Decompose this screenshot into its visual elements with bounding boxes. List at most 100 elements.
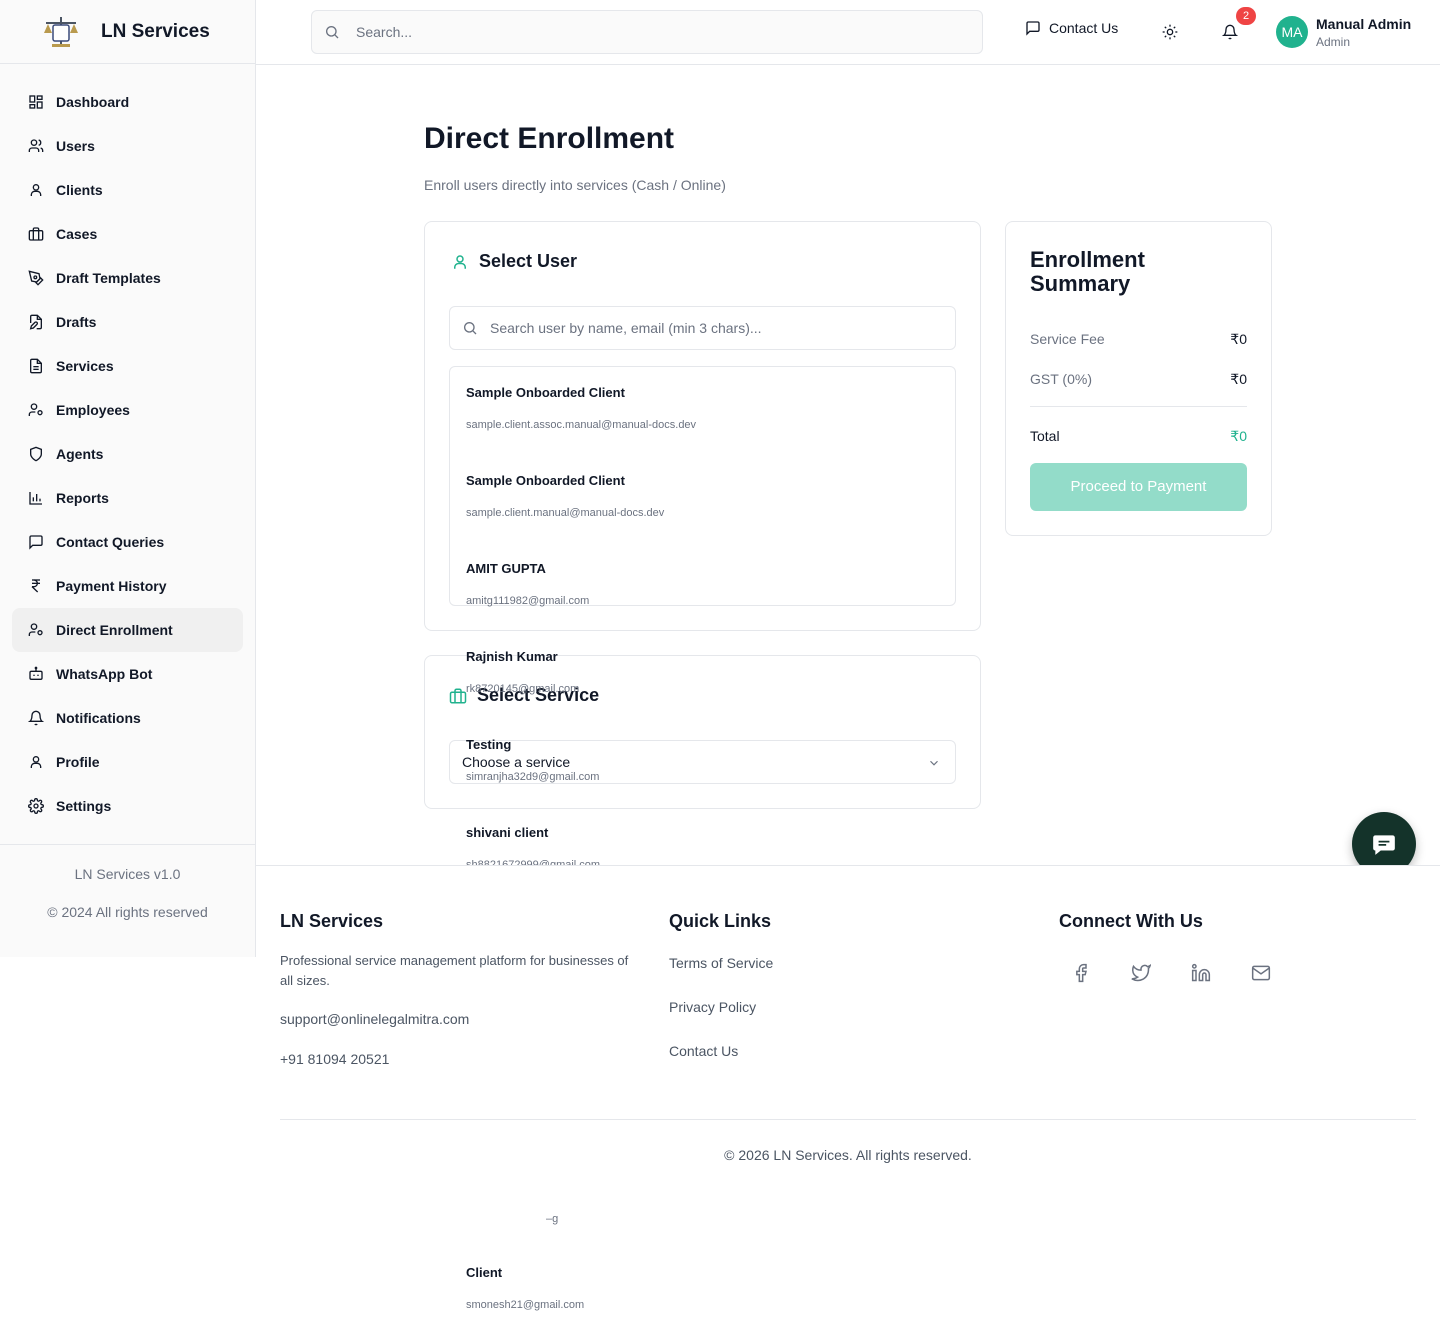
app-version: LN Services v1.0 [74,866,181,882]
list-item[interactable]: AMIT GUPTA amitg111982@gmail.com [466,561,946,607]
sidebar-item-label: Contact Queries [56,534,165,550]
list-item[interactable]: Client smonesh21@gmail.com [466,1265,946,1311]
shield-icon [30,446,42,462]
sidebar-item-direct-enrollment[interactable]: Direct Enrollment [12,608,243,652]
search-icon [326,26,339,39]
sidebar-item-settings[interactable]: Settings [12,784,243,828]
list-item[interactable]: Sample Onboarded Client sample.client.ma… [466,473,946,519]
chat-bubble-icon [1373,835,1395,855]
sidebar-item-whatsapp-bot[interactable]: WhatsApp Bot [12,652,243,696]
sun-icon[interactable] [1162,24,1178,40]
page-title: Direct Enrollment [424,122,675,155]
bar-chart-icon [29,492,42,505]
global-search-input[interactable] [356,24,956,40]
user-result-name: Sample Onboarded Client [466,385,625,400]
facebook-icon[interactable] [1071,963,1091,983]
sidebar-item-label: Direct Enrollment [56,622,173,638]
user-icon [30,184,42,196]
total-row: Total ₹0 [1030,428,1247,445]
footer-quick-links-title: Quick Links [669,911,772,931]
footer-description: Professional service management platform… [280,953,629,988]
user-result-email: simranjha32d9@gmail.com [466,771,600,783]
sidebar-item-notifications[interactable]: Notifications [12,696,243,740]
list-item[interactable]: Testing simranjha32d9@gmail.com [466,737,946,783]
sidebar-item-agents[interactable]: Agents [12,432,243,476]
sidebar-item-employees[interactable]: Employees [12,388,243,432]
message-square-icon [1026,21,1040,36]
proceed-to-payment-button[interactable]: Proceed to Payment [1030,463,1247,511]
total-label: Total [1030,428,1060,444]
briefcase-icon [28,227,44,241]
user-cog-icon [28,403,43,416]
message-square-icon [29,535,43,550]
user-result-email: amitg111982@gmail.com [466,595,590,607]
linkedin-icon[interactable] [1191,963,1211,983]
user-icon [30,756,42,768]
footer-divider [280,1119,1416,1120]
sidebar-item-cases[interactable]: Cases [12,212,243,256]
brand-name: LN Services [101,20,210,42]
contact-us-button[interactable]: Contact Us [1025,20,1118,36]
sidebar-item-dashboard[interactable]: Dashboard [12,80,243,124]
sidebar-item-reports[interactable]: Reports [12,476,243,520]
sidebar-item-label: Notifications [56,710,141,726]
user-result-name: Client [466,1265,503,1280]
sidebar-item-label: Payment History [56,578,167,594]
brand[interactable]: LN Services [0,0,255,64]
sidebar-item-label: WhatsApp Bot [56,666,153,682]
twitter-icon[interactable] [1131,963,1151,983]
bell-icon[interactable] [1222,24,1238,40]
grid-icon [29,95,43,109]
footer-brand-title: LN Services [280,911,384,931]
sidebar-item-label: Cases [56,226,98,242]
contact-us-label: Contact Us [1049,20,1119,36]
rupee-icon [31,579,40,593]
list-item[interactable]: Rajnish Kumar rk8720145@gmail.com [466,649,946,695]
sidebar-item-drafts[interactable]: Drafts [12,300,243,344]
user-search-input[interactable] [490,320,950,336]
footer-link-contact[interactable]: Contact Us [669,1043,738,1059]
sidebar-item-profile[interactable]: Profile [12,740,243,784]
sidebar-item-users[interactable]: Users [12,124,243,168]
footer-link-terms[interactable]: Terms of Service [669,955,773,971]
sidebar-item-draft-templates[interactable]: Draft Templates [12,256,243,300]
user-search-field[interactable] [449,306,956,350]
sidebar-copyright: © 2024 All rights reserved [47,904,208,920]
footer-link-privacy[interactable]: Privacy Policy [669,999,756,1015]
top-header: Contact Us 2 MA Manual Admin Admin [256,0,1440,65]
sidebar-item-clients[interactable]: Clients [12,168,243,212]
sidebar-item-contact-queries[interactable]: Contact Queries [12,520,243,564]
sidebar-item-label: Draft Templates [56,270,161,286]
sidebar-item-label: Agents [56,446,104,462]
user-result-email: sample.client.manual@manual-docs.dev [466,507,665,519]
footer-email[interactable]: support@onlinelegalmitra.com [280,1011,469,1027]
sidebar-item-label: Drafts [56,314,97,330]
sidebar: LN Services Dashboard Users Clients Case… [0,0,256,957]
briefcase-icon [449,688,467,703]
select-user-heading: Select User [451,251,577,272]
user-name[interactable]: Manual Admin [1316,16,1411,32]
notification-badge: 2 [1236,7,1256,25]
sidebar-item-payment-history[interactable]: Payment History [12,564,243,608]
bot-icon [29,666,43,680]
sidebar-item-services[interactable]: Services [12,344,243,388]
search-icon [464,322,477,335]
user-result-name: Testing [466,737,512,752]
sidebar-item-label: Reports [56,490,109,506]
footer-copyright: © 2026 LN Services. All rights reserved. [724,1147,972,1163]
user-result-email: smonesh21@gmail.com [466,1299,585,1311]
list-item[interactable]: Sample Onboarded Client sample.client.as… [466,385,946,431]
service-fee-label: Service Fee [1030,331,1105,347]
avatar[interactable]: MA [1276,16,1308,48]
sidebar-footer: LN Services v1.0 © 2024 All rights reser… [0,844,255,920]
total-value: ₹0 [1230,428,1247,444]
user-result-email: rk8720145@gmail.com [466,683,580,695]
mail-icon[interactable] [1251,963,1271,983]
footer-phone[interactable]: +91 81094 20521 [280,1051,389,1067]
global-search[interactable] [311,10,983,54]
page-subtitle: Enroll users directly into services (Cas… [424,177,726,193]
sidebar-item-label: Employees [56,402,130,418]
summary-title: Enrollment Summary [1030,247,1145,296]
sidebar-item-label: Users [56,138,95,154]
users-icon [28,139,44,152]
